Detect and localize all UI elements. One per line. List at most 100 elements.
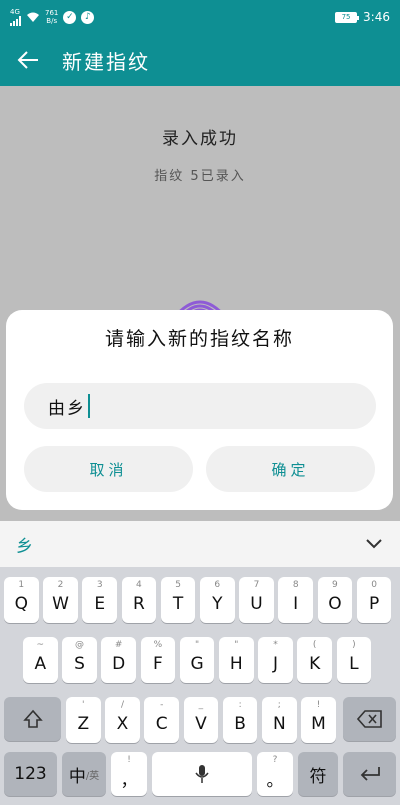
symbols-key-label: 符 (309, 766, 327, 787)
key-secondary-symbol: ' (82, 700, 85, 710)
text-cursor (88, 394, 90, 418)
key-secondary-symbol: " (195, 640, 200, 650)
key-secondary-symbol: @ (74, 640, 84, 650)
key-j[interactable]: * J (258, 637, 293, 683)
key-letter: K (309, 654, 321, 674)
key-secondary-symbol: ; (277, 700, 281, 710)
key-t[interactable]: 5T (160, 577, 196, 623)
language-key-sub: /英 (85, 770, 100, 782)
key-letter: Z (77, 714, 90, 734)
key-i[interactable]: 8I (278, 577, 313, 623)
period-key-sub: ? (272, 755, 278, 765)
key-u[interactable]: 7U (239, 577, 274, 623)
key-secondary-symbol: 9 (332, 580, 338, 590)
key-letter: R (132, 594, 145, 614)
key-y[interactable]: 6Y (200, 577, 235, 623)
network-speed: 761 B/s (45, 9, 58, 25)
comma-key[interactable]: ! ， (111, 752, 147, 796)
period-key-label: 。 (266, 770, 284, 791)
key-z[interactable]: ' Z (66, 697, 101, 743)
period-key[interactable]: ? 。 (257, 752, 293, 796)
cancel-button[interactable]: 取消 (24, 446, 193, 492)
key-letter: G (190, 654, 204, 674)
key-g[interactable]: " G (179, 637, 215, 683)
language-switch-key[interactable]: 中/英 (62, 752, 106, 796)
dialog-title: 请输入新的指纹名称 (104, 328, 294, 350)
key-r[interactable]: 4R (121, 577, 157, 623)
key-b[interactable]: :B (222, 697, 258, 743)
key-c[interactable]: -C (144, 697, 179, 743)
confirm-button[interactable]: 确定 (206, 446, 375, 492)
key-q[interactable]: 1Q (4, 577, 39, 623)
comma-key-sub: ! (127, 755, 131, 765)
key-secondary-symbol: # (114, 640, 123, 650)
key-secondary-symbol: : (238, 700, 242, 710)
back-arrow-icon (17, 51, 38, 69)
input-value: 由乡 (48, 398, 86, 419)
key-d[interactable]: # D (101, 637, 136, 683)
key-letter: O (328, 594, 342, 614)
key-w[interactable]: 2W (43, 577, 78, 623)
key-s[interactable]: @ S (62, 637, 97, 683)
wifi-icon (27, 12, 39, 22)
key-secondary-symbol: % (153, 640, 163, 650)
key-letter: I (293, 594, 299, 614)
key-a[interactable]: ~ A (23, 637, 58, 683)
key-letter: Q (14, 594, 28, 614)
key-letter: S (74, 654, 85, 674)
key-v[interactable]: _ V (183, 697, 219, 743)
key-secondary-symbol: 3 (96, 580, 103, 590)
battery-icon: 75 (335, 11, 360, 23)
key-letter: U (250, 594, 263, 614)
symbols-key[interactable]: 符 (298, 752, 338, 796)
key-secondary-symbol: ( (312, 640, 317, 650)
network-indicator: 4G (10, 8, 21, 26)
enter-key[interactable] (343, 752, 396, 796)
key-f[interactable]: % F (140, 637, 176, 683)
key-e[interactable]: 3E (82, 577, 117, 623)
key-letter: X (116, 714, 129, 734)
key-letter: E (94, 594, 106, 614)
numbers-key[interactable]: 123 (4, 752, 57, 796)
key-secondary-symbol: ~ (36, 640, 45, 650)
key-letter: C (155, 714, 168, 734)
key-secondary-symbol: 5 (175, 580, 181, 590)
key-p[interactable]: 0P (356, 577, 392, 623)
space-key[interactable] (152, 752, 252, 796)
enter-icon (360, 767, 380, 781)
key-secondary-symbol: _ (198, 700, 204, 710)
key-secondary-symbol: 7 (253, 580, 260, 590)
key-h[interactable]: " H (219, 637, 254, 683)
key-x[interactable]: / X (105, 697, 140, 743)
key-letter: N (272, 714, 286, 734)
key-n[interactable]: ; N (262, 697, 297, 743)
key-letter: P (368, 594, 380, 614)
numbers-key-label: 123 (14, 764, 47, 784)
enroll-success-title: 录入成功 (162, 129, 238, 149)
key-secondary-symbol: ) (352, 640, 356, 650)
backspace-key[interactable] (343, 697, 396, 741)
key-letter: B (234, 714, 246, 734)
fingerprint-name-input[interactable]: 由乡 (24, 383, 376, 429)
language-key-main: 中 (68, 766, 86, 787)
shift-key[interactable] (4, 697, 61, 741)
candidate-word[interactable]: 乡 (16, 532, 33, 557)
network-speed-value: 761 (45, 9, 59, 17)
shift-icon (22, 709, 43, 728)
key-letter: D (112, 654, 126, 674)
key-secondary-symbol: 2 (57, 580, 64, 590)
key-m[interactable]: ! M (301, 697, 336, 743)
candidate-bar: 乡 (0, 521, 400, 567)
network-type: 4G (10, 8, 20, 16)
key-l[interactable]: ) L (336, 637, 372, 683)
key-o[interactable]: 9O (317, 577, 353, 623)
enroll-status: 录入成功 指纹 5已录入 (0, 86, 400, 316)
key-secondary-symbol: 8 (292, 580, 299, 590)
collapse-keyboard-button[interactable] (364, 534, 384, 554)
key-secondary-symbol: * (273, 640, 278, 650)
back-button[interactable] (0, 34, 56, 86)
key-secondary-symbol: 0 (371, 580, 377, 590)
key-k[interactable]: (K (297, 637, 332, 683)
key-letter: A (34, 654, 47, 674)
key-secondary-symbol: 1 (18, 580, 25, 590)
